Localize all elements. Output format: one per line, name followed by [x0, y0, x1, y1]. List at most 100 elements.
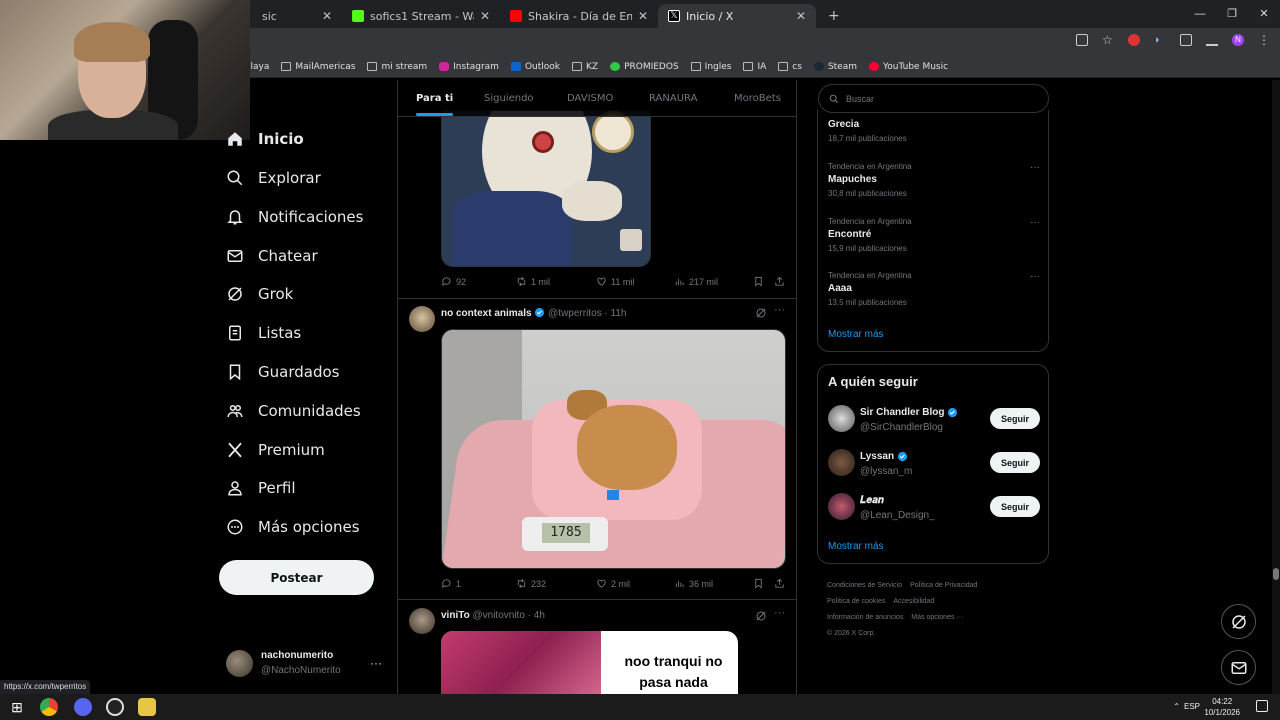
extensions-icon[interactable] — [1180, 34, 1192, 46]
bookmark-button[interactable] — [753, 276, 764, 287]
more-icon[interactable]: ··· — [370, 656, 382, 670]
footer-link[interactable]: Política de Privacidad — [910, 582, 977, 589]
show-more-link[interactable]: Mostrar más — [828, 329, 884, 340]
messages-fab-button[interactable] — [1221, 650, 1256, 685]
suggestion-item[interactable]: Lyssan @lyssan_m Seguir — [828, 449, 1040, 479]
chrome-icon[interactable] — [40, 698, 58, 716]
suggestion-item[interactable]: Sir Chandler Blog @SirChandlerBlog Segui… — [828, 405, 1040, 435]
sidebar-item-inicio[interactable]: Inicio — [226, 124, 304, 154]
close-icon[interactable]: ✕ — [638, 9, 648, 23]
new-tab-button[interactable]: + — [818, 4, 842, 28]
tab-morobets[interactable]: MoroBets — [734, 93, 781, 104]
repost-button[interactable]: 1 mil — [516, 276, 550, 287]
footer-link[interactable]: Política de cookies — [827, 598, 885, 605]
browser-tab-1[interactable]: sic ✕ — [252, 4, 342, 28]
star-icon[interactable]: ☆ — [1102, 34, 1114, 46]
install-app-icon[interactable] — [1076, 34, 1088, 46]
grok-icon[interactable] — [755, 609, 767, 621]
post-time[interactable]: · 11h — [604, 308, 626, 319]
tab-ranaura[interactable]: RANAURA — [649, 93, 697, 104]
views-button[interactable]: 217 mil — [674, 276, 718, 287]
footer-link[interactable]: Información de anuncios — [827, 614, 903, 621]
sidebar-item-explorar[interactable]: Explorar — [226, 163, 321, 193]
tab-davismo[interactable]: DAVISMO — [567, 93, 613, 104]
show-more-link[interactable]: Mostrar más — [828, 541, 884, 552]
bookmark-item[interactable]: MailAmericas — [281, 62, 355, 72]
page-scrollbar[interactable] — [1272, 80, 1280, 694]
browser-tab-4[interactable]: 𝕏 Inicio / X ✕ — [658, 4, 816, 28]
bookmark-item[interactable]: IA — [743, 62, 766, 72]
search-box[interactable]: Buscar — [818, 84, 1049, 113]
profile-avatar-icon[interactable]: N — [1232, 34, 1244, 46]
avatar[interactable] — [409, 608, 435, 634]
trend-item[interactable]: Tendencia en Argentina Encontré 15,9 mil… — [828, 217, 1040, 253]
like-button[interactable]: 11 mil — [596, 276, 634, 287]
sidebar-item-grok[interactable]: Grok — [226, 279, 293, 309]
sidebar-item-comunidades[interactable]: Comunidades — [226, 396, 361, 426]
more-icon[interactable]: ··· — [774, 607, 785, 619]
close-window-icon[interactable]: ✕ — [1248, 0, 1280, 28]
follow-button[interactable]: Seguir — [990, 496, 1040, 517]
sidebar-item-mas-opciones[interactable]: Más opciones — [226, 512, 360, 542]
restore-icon[interactable]: ❐ — [1216, 0, 1248, 28]
bookmark-item[interactable]: Outlook — [510, 62, 560, 72]
bookmark-item[interactable]: Instagram — [439, 62, 499, 72]
extension-red-icon[interactable] — [1128, 34, 1140, 46]
post-image-meme[interactable]: noo tranqui no pasa nada — [441, 631, 738, 694]
grok-icon[interactable] — [755, 306, 767, 318]
trend-item[interactable]: Tendencia en Argentina Mapuches 30,8 mil… — [828, 162, 1040, 198]
close-icon[interactable]: ✕ — [796, 9, 806, 23]
footer-link[interactable]: Más opciones ··· — [911, 614, 963, 621]
footer-link[interactable]: Accesibilidad — [893, 598, 934, 605]
footer-link[interactable]: Condiciones de Servicio — [827, 582, 902, 589]
share-button[interactable] — [774, 276, 785, 287]
sidebar-item-premium[interactable]: Premium — [226, 435, 325, 465]
repost-button[interactable]: 232 — [516, 578, 546, 589]
more-icon[interactable]: ··· — [1030, 162, 1040, 173]
sidebar-item-listas[interactable]: Listas — [226, 318, 301, 348]
author-name[interactable]: no context animals — [441, 308, 532, 319]
reply-button[interactable]: 1 — [441, 578, 461, 589]
scrollbar-thumb[interactable] — [1273, 568, 1279, 580]
trend-item[interactable]: Grecia 18,7 mil publicaciones — [828, 119, 1040, 143]
more-icon[interactable]: ··· — [1030, 217, 1040, 228]
browser-tab-2[interactable]: sofics1 Stream - Watch Live on ✕ — [342, 4, 500, 28]
share-button[interactable] — [774, 578, 785, 589]
browser-tab-3[interactable]: Shakira - Día de Enero (Official ✕ — [500, 4, 658, 28]
author-name[interactable]: viniTo — [441, 610, 470, 621]
views-button[interactable]: 36 mil — [674, 578, 713, 589]
reply-button[interactable]: 92 — [441, 276, 466, 287]
system-clock[interactable]: 04:22 10/1/2026 — [1204, 696, 1240, 718]
bookmark-item[interactable]: cs — [778, 62, 802, 72]
bookmark-item[interactable]: KZ — [571, 62, 598, 72]
bookmark-item[interactable]: YouTube Music — [869, 62, 948, 72]
windows-start-icon[interactable]: ⊞ — [8, 698, 26, 716]
post-image-rabbit[interactable] — [441, 110, 651, 267]
sidebar-item-chatear[interactable]: Chatear — [226, 241, 318, 271]
bookmark-button[interactable] — [753, 578, 764, 589]
media-icon[interactable] — [1206, 34, 1218, 46]
follow-button[interactable]: Seguir — [990, 408, 1040, 429]
obs-icon[interactable] — [106, 698, 124, 716]
follow-button[interactable]: Seguir — [990, 452, 1040, 473]
more-icon[interactable]: ··· — [774, 304, 785, 316]
extension-blue-icon[interactable]: ◗ — [1154, 34, 1166, 46]
grok-fab-button[interactable] — [1221, 604, 1256, 639]
account-switcher[interactable]: nachonumerito @NachoNumerito ··· — [226, 648, 386, 682]
tab-para-ti[interactable]: Para ti — [416, 93, 454, 116]
bookmark-item[interactable]: mi stream — [367, 62, 427, 72]
close-icon[interactable]: ✕ — [322, 9, 332, 23]
notification-icon[interactable] — [1256, 700, 1268, 712]
post-time[interactable]: · 4h — [528, 610, 545, 621]
tab-siguiendo[interactable]: Siguiendo — [484, 93, 534, 104]
post-button[interactable]: Postear — [219, 560, 374, 595]
chevron-up-icon[interactable]: ⌃ — [1173, 702, 1180, 711]
menu-kebab-icon[interactable]: ⋮ — [1258, 34, 1270, 46]
bookmark-item[interactable]: PROMIEDOS — [610, 62, 679, 72]
more-icon[interactable]: ··· — [1030, 271, 1040, 282]
sidebar-item-guardados[interactable]: Guardados — [226, 357, 339, 387]
author-handle[interactable]: @twperritos — [548, 308, 602, 319]
minimize-icon[interactable]: — — [1184, 0, 1216, 28]
post-image-chihuahua[interactable]: 1785 — [441, 329, 786, 569]
bookmark-item[interactable]: Ingles — [690, 62, 731, 72]
